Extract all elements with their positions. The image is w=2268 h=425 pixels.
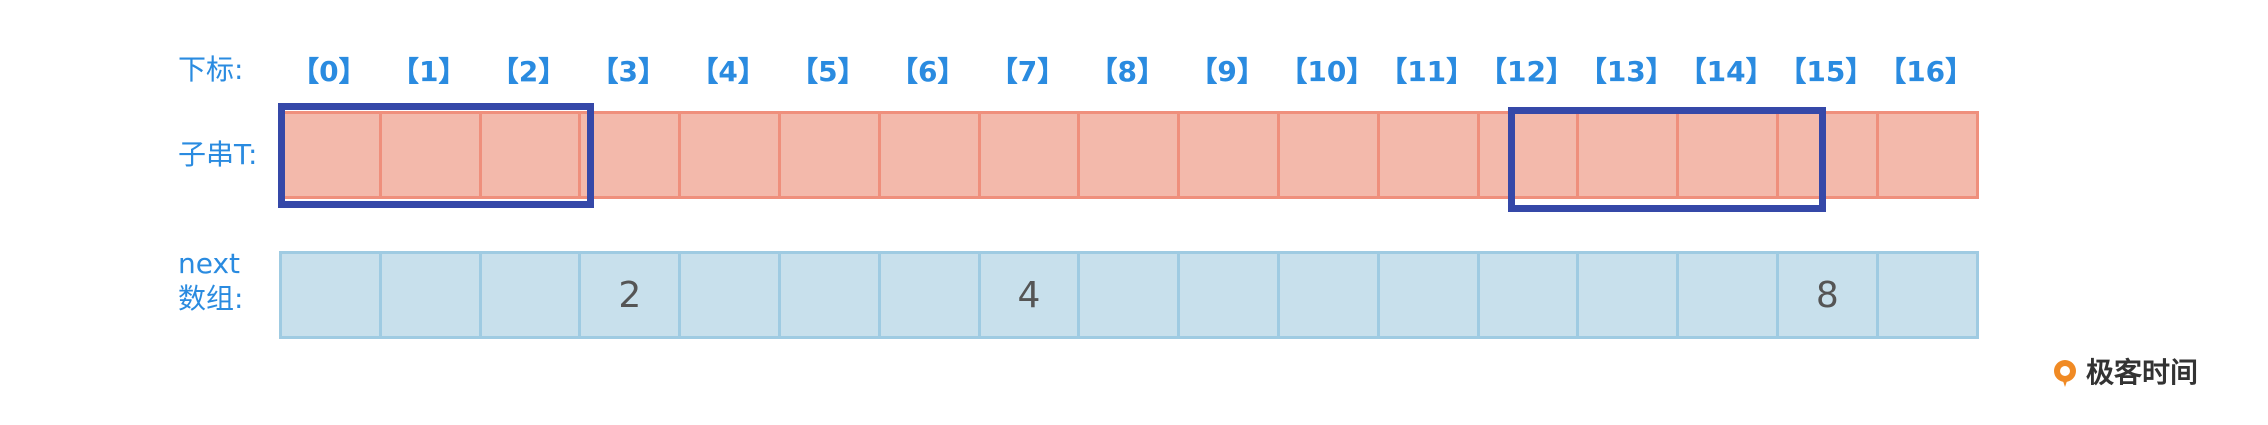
substring-cell-10 xyxy=(1276,111,1380,199)
prefix-highlight-box xyxy=(278,103,594,208)
substring-cell-4 xyxy=(678,111,781,199)
index-row-label: 下标: xyxy=(178,53,244,86)
next-cell-2 xyxy=(478,251,582,339)
next-cell-6 xyxy=(877,251,981,339)
next-cell-16 xyxy=(1875,251,1979,339)
substring-cell-6 xyxy=(877,111,981,199)
index-label-14: 【14】 xyxy=(1678,55,1774,88)
next-cell-0 xyxy=(279,251,382,339)
index-label-16: 【16】 xyxy=(1878,55,1974,88)
next-cell-4 xyxy=(678,251,781,339)
next-row-label-line2: 数组: xyxy=(178,282,244,315)
index-label-4: 【4】 xyxy=(690,55,766,88)
index-label-6: 【6】 xyxy=(889,55,966,88)
index-header-row: 【0】 【1】 【2】 【3】 【4】 【5】 【6】 【7】 【8】 【9】 【10】 【11】 【1… xyxy=(279,52,2027,92)
next-cell-13 xyxy=(1576,251,1680,339)
next-cell-11 xyxy=(1376,251,1480,339)
index-label-15: 【15】 xyxy=(1778,55,1874,88)
next-cell-8 xyxy=(1077,251,1181,339)
substring-cell-8 xyxy=(1077,111,1181,199)
index-label-8: 【8】 xyxy=(1089,55,1166,88)
next-cell-1 xyxy=(378,251,482,339)
next-cell-12 xyxy=(1476,251,1580,339)
index-label-12: 【12】 xyxy=(1479,55,1574,88)
substring-cell-16 xyxy=(1875,111,1979,199)
geekbang-logo-icon xyxy=(2054,360,2076,387)
index-label-0: 【0】 xyxy=(291,55,367,88)
substring-cell-7 xyxy=(977,111,1081,199)
geekbang-logo: 极客时间 xyxy=(2050,357,2198,389)
substring-cell-5 xyxy=(777,111,881,199)
next-cell-9 xyxy=(1177,251,1280,339)
index-label-3: 【3】 xyxy=(590,55,667,88)
index-label-2: 【2】 xyxy=(490,55,567,88)
next-cell-10 xyxy=(1276,251,1380,339)
next-row-label-line1: next xyxy=(178,247,241,280)
substring-cell-11 xyxy=(1376,111,1480,199)
next-cell-7: 4 xyxy=(977,251,1081,339)
next-array-row: 2 4 8 xyxy=(279,251,1979,339)
next-cell-15: 8 xyxy=(1775,251,1879,339)
substring-cell-9 xyxy=(1177,111,1280,199)
next-cell-3: 2 xyxy=(578,251,682,339)
next-cell-5 xyxy=(777,251,881,339)
next-cell-14 xyxy=(1676,251,1779,339)
geekbang-logo-text: 极客时间 xyxy=(2086,356,2199,389)
index-label-9: 【9】 xyxy=(1189,55,1265,88)
index-label-13: 【13】 xyxy=(1578,55,1674,88)
index-label-7: 【7】 xyxy=(989,55,1066,88)
index-label-1: 【1】 xyxy=(390,55,467,88)
suffix-highlight-box xyxy=(1508,107,1826,212)
index-label-5: 【5】 xyxy=(790,55,866,88)
substring-row-label: 子串T: xyxy=(178,138,258,171)
index-label-10: 【10】 xyxy=(1279,55,1375,88)
index-label-11: 【11】 xyxy=(1379,55,1475,88)
